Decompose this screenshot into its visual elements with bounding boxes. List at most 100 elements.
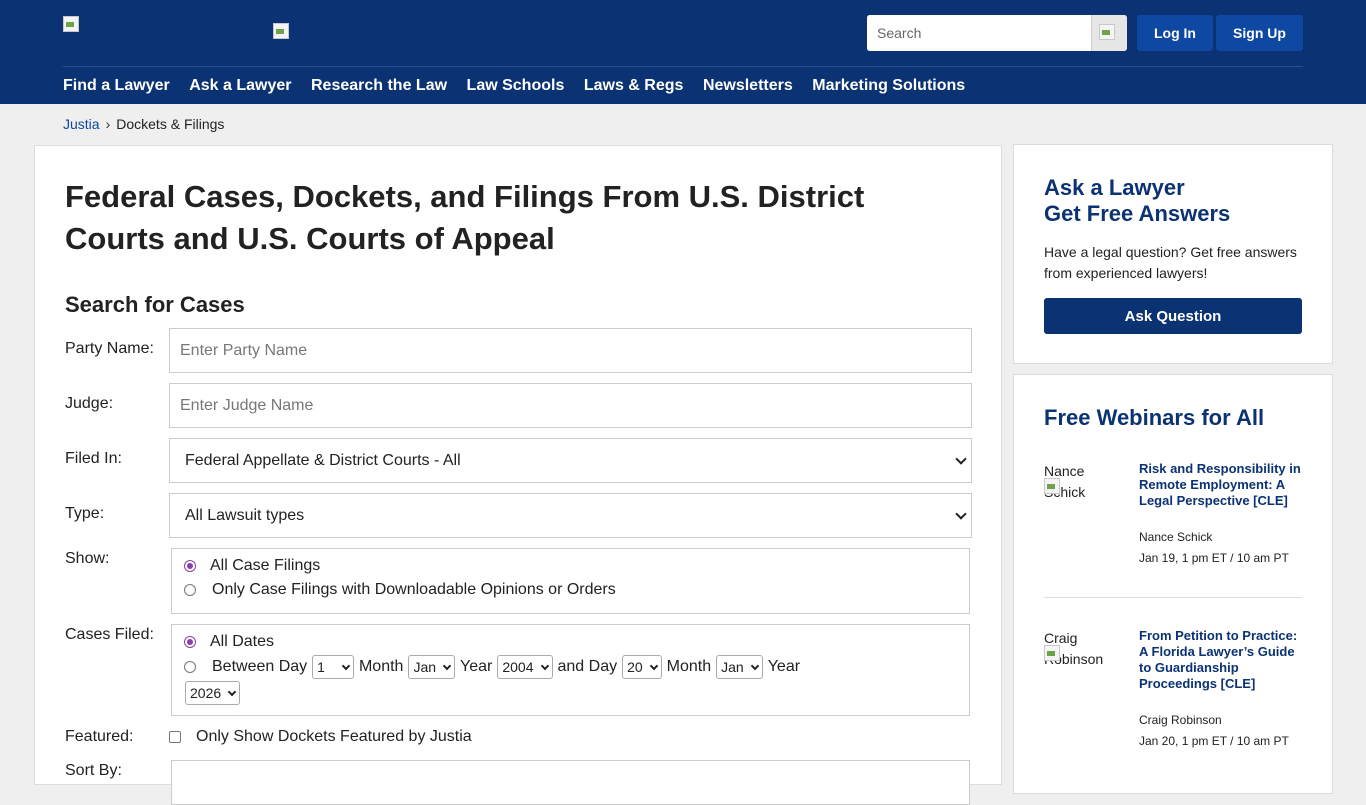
breadcrumb-current: Dockets & Filings (116, 116, 225, 132)
section-title: Search for Cases (65, 292, 245, 317)
chevron-down-icon (341, 661, 351, 670)
webinars-card: Free Webinars for All Nance Schick Risk … (1013, 374, 1333, 794)
featured-option[interactable]: Only Show Dockets Featured by Justia (169, 728, 472, 746)
judge-label: Judge: (65, 395, 114, 412)
login-button[interactable]: Log In (1137, 15, 1213, 51)
ask-card-title-line2: Get Free Answers (1044, 201, 1231, 226)
tagline-logo-icon (273, 23, 289, 39)
to-month-value: Jan (721, 659, 744, 675)
presenter-photo: Nance Schick (1044, 461, 1124, 503)
nav-newsletters[interactable]: Newsletters (703, 76, 793, 96)
main-nav: Find a Lawyer Ask a Lawyer Research the … (63, 76, 985, 96)
ask-card-title-line1: Ask a Lawyer (1044, 175, 1185, 200)
webinar-time: Jan 20, 1 pm ET / 10 am PT (1139, 734, 1289, 748)
chevron-down-icon (955, 453, 967, 465)
nav-marketing-solutions[interactable]: Marketing Solutions (812, 76, 965, 96)
search-icon (1099, 24, 1115, 40)
to-month-select[interactable]: Jan (716, 655, 763, 679)
party-name-input[interactable] (169, 328, 972, 373)
filed-in-label: Filed In: (65, 450, 122, 467)
show-downloadable-label: Only Case Filings with Downloadable Opin… (212, 581, 616, 598)
chevron-down-icon (750, 661, 759, 670)
webinar-presenter: Nance Schick (1139, 530, 1213, 544)
to-year-select[interactable]: 2026 (185, 681, 241, 705)
type-label: Type: (65, 505, 105, 522)
cases-filed-label: Cases Filed: (65, 626, 154, 643)
year-label: Year (460, 658, 493, 675)
show-downloadable-radio[interactable] (184, 584, 196, 596)
webinar-divider (1044, 597, 1302, 598)
to-year-value: 2026 (190, 685, 222, 701)
chevron-down-icon (227, 687, 237, 696)
ask-question-button[interactable]: Ask Question (1044, 298, 1302, 334)
webinars-title: Free Webinars for All (1044, 405, 1265, 430)
type-value: All Lawsuit types (185, 506, 305, 524)
date-range-radio[interactable] (184, 661, 196, 673)
justia-logo-icon[interactable] (63, 16, 79, 32)
chevron-down-icon (649, 661, 658, 670)
to-day-select[interactable]: 20 (622, 655, 662, 679)
nav-laws-regs[interactable]: Laws & Regs (584, 76, 684, 96)
chevron-down-icon (955, 508, 967, 520)
from-month-value: Jan (413, 659, 437, 675)
show-downloadable-option[interactable]: Only Case Filings with Downloadable Opin… (184, 581, 616, 599)
filed-in-select[interactable]: Federal Appellate & District Courts - Al… (169, 438, 972, 483)
date-range-option: Between Day 1 Month Jan Year 2004 and Da… (184, 655, 800, 679)
search-input[interactable] (867, 15, 1091, 51)
show-all-option[interactable]: All Case Filings (184, 557, 320, 575)
featured-option-label: Only Show Dockets Featured by Justia (196, 728, 472, 745)
year-label: Year (767, 658, 801, 675)
webinar-time: Jan 19, 1 pm ET / 10 am PT (1139, 551, 1289, 565)
sort-by-label: Sort By: (65, 762, 122, 779)
header-divider (63, 66, 1303, 67)
from-day-select[interactable]: 1 (312, 655, 354, 679)
breadcrumb-home-link[interactable]: Justia (63, 116, 100, 132)
to-year-row: 2026 (180, 681, 245, 705)
presenter-photo: Craig Robinson (1044, 628, 1124, 670)
show-all-label: All Case Filings (210, 557, 321, 574)
sort-by-select[interactable] (171, 760, 970, 805)
from-day-value: 1 (317, 659, 325, 675)
all-dates-radio[interactable] (184, 636, 196, 648)
from-month-select[interactable]: Jan (408, 655, 456, 679)
search-box (867, 15, 1127, 51)
month-label: Month (666, 658, 712, 675)
webinar-title-link[interactable]: Risk and Responsibility in Remote Employ… (1139, 461, 1304, 509)
party-name-label: Party Name: (65, 340, 154, 357)
from-year-select[interactable]: 2004 (497, 655, 553, 679)
site-header: Log In Sign Up Find a Lawyer Ask a Lawye… (0, 0, 1366, 104)
breadcrumb-separator: › (105, 116, 111, 132)
ask-card-title: Ask a Lawyer Get Free Answers (1044, 175, 1230, 227)
nav-law-schools[interactable]: Law Schools (467, 76, 565, 96)
nav-find-a-lawyer[interactable]: Find a Lawyer (63, 76, 170, 96)
all-dates-label: All Dates (210, 633, 275, 650)
chevron-down-icon (540, 661, 549, 670)
breadcrumb: Justia › Dockets & Filings (63, 116, 224, 132)
show-label: Show: (65, 550, 110, 567)
type-select[interactable]: All Lawsuit types (169, 493, 972, 538)
show-all-radio[interactable] (184, 560, 196, 572)
and-day-label: and Day (557, 658, 618, 675)
to-day-value: 20 (627, 659, 643, 675)
ask-a-lawyer-card: Ask a Lawyer Get Free Answers Have a leg… (1013, 144, 1333, 364)
nav-research-the-law[interactable]: Research the Law (311, 76, 447, 96)
search-button[interactable] (1091, 15, 1127, 51)
month-label: Month (358, 658, 404, 675)
page-title: Federal Cases, Dockets, and Filings From… (65, 179, 865, 256)
show-options: All Case Filings Only Case Filings with … (171, 548, 970, 614)
from-year-value: 2004 (502, 659, 534, 675)
between-day-label: Between Day (212, 658, 308, 675)
ask-card-text: Have a legal question? Get free answers … (1044, 244, 1297, 281)
nav-ask-a-lawyer[interactable]: Ask a Lawyer (189, 76, 291, 96)
all-dates-option[interactable]: All Dates (184, 633, 274, 651)
webinar-presenter: Craig Robinson (1139, 713, 1222, 727)
main-content: Federal Cases, Dockets, and Filings From… (34, 145, 1002, 805)
signup-button[interactable]: Sign Up (1216, 15, 1303, 51)
featured-checkbox[interactable] (169, 731, 181, 743)
cases-filed-options: All Dates Between Day 1 Month Jan Year 2… (171, 624, 970, 716)
chevron-down-icon (442, 661, 452, 670)
filed-in-value: Federal Appellate & District Courts - Al… (185, 451, 461, 469)
webinar-title-link[interactable]: From Petition to Practice: A Florida Law… (1139, 628, 1304, 692)
judge-input[interactable] (169, 383, 972, 428)
featured-label: Featured: (65, 728, 134, 745)
